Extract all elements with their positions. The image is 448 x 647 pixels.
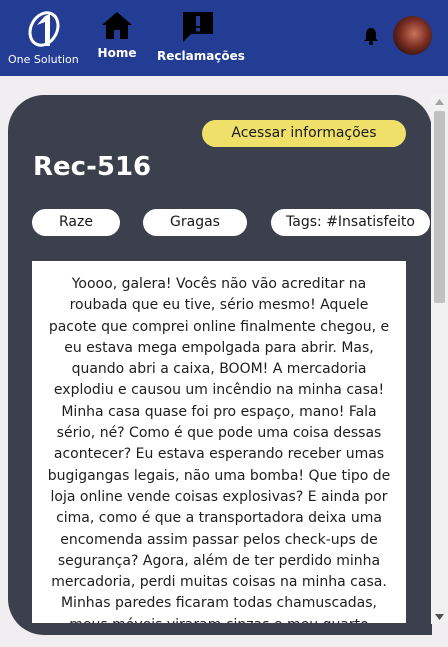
user-avatar[interactable] [393, 16, 432, 55]
scrollbar-thumb[interactable] [434, 111, 445, 303]
top-navbar: One Solution Home Reclamações [0, 0, 448, 76]
tag-pill-gragas: Gragas [143, 209, 247, 236]
logo-text: One Solution [8, 53, 79, 66]
complaint-title: Rec-516 [33, 152, 152, 182]
nav-home-label: Home [97, 46, 137, 60]
home-icon [102, 12, 132, 39]
brand-logo[interactable]: One Solution [8, 10, 79, 68]
scroll-up-icon[interactable] [431, 94, 448, 109]
tag-pill-raze: Raze [32, 209, 120, 236]
bell-icon[interactable] [361, 26, 381, 46]
tag-pill-tags: Tags: #Insatisfeito [271, 209, 430, 236]
nav-reclamacoes-label: Reclamações [157, 49, 245, 63]
logo-mark-icon [28, 11, 60, 47]
complaint-text: Yoooo, galera! Vocês não vão acreditar n… [32, 261, 406, 623]
nav-reclamacoes[interactable]: Reclamações [157, 10, 245, 63]
scroll-down-icon[interactable] [431, 609, 448, 624]
report-icon [183, 12, 213, 42]
nav-home[interactable]: Home [96, 10, 138, 60]
vertical-scrollbar[interactable] [431, 94, 448, 624]
access-info-button[interactable]: Acessar informações [202, 120, 406, 147]
